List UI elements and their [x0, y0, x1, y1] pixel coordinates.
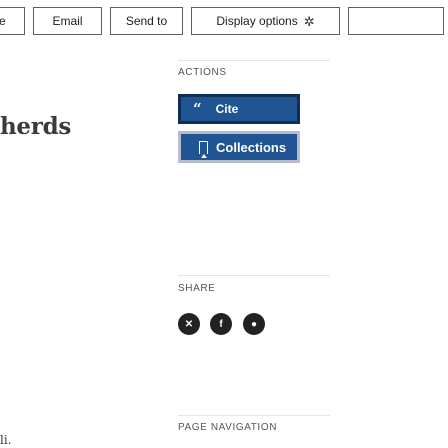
email-button-label: Email [52, 14, 83, 28]
quote-icon: “ [193, 99, 202, 118]
share-heading: SHARE [178, 283, 216, 294]
display-options-label: Display options [216, 14, 298, 28]
toolbar-partial-label: e [0, 14, 6, 28]
cite-button[interactable]: “ Cite [178, 94, 300, 124]
divider [178, 415, 330, 416]
article-text-fragment: li. [0, 433, 12, 447]
email-button[interactable]: Email [33, 7, 102, 35]
divider [178, 275, 330, 276]
collections-button-label: Collections [216, 139, 287, 155]
facebook-icon[interactable]: f [210, 313, 232, 335]
gear-icon: ✲ [303, 13, 315, 29]
bookmark-icon [199, 140, 208, 158]
send-to-button-label: Send to [125, 14, 168, 28]
toolbar-empty-button[interactable] [348, 7, 444, 35]
toolbar-partial-button[interactable]: e [0, 7, 25, 35]
cite-button-label: Cite [215, 102, 239, 116]
page-navigation-heading: PAGE NAVIGATION [178, 422, 278, 433]
divider [178, 60, 330, 61]
reddit-icon[interactable]: ● [243, 313, 265, 335]
collections-button[interactable]: Collections [178, 131, 300, 163]
article-title: herds [0, 113, 72, 140]
send-to-button[interactable]: Send to [110, 7, 183, 35]
actions-heading: ACTIONS [178, 67, 227, 78]
display-options-button[interactable]: Display options ✲ [191, 7, 340, 35]
x-twitter-icon[interactable]: ✕ [178, 313, 200, 335]
